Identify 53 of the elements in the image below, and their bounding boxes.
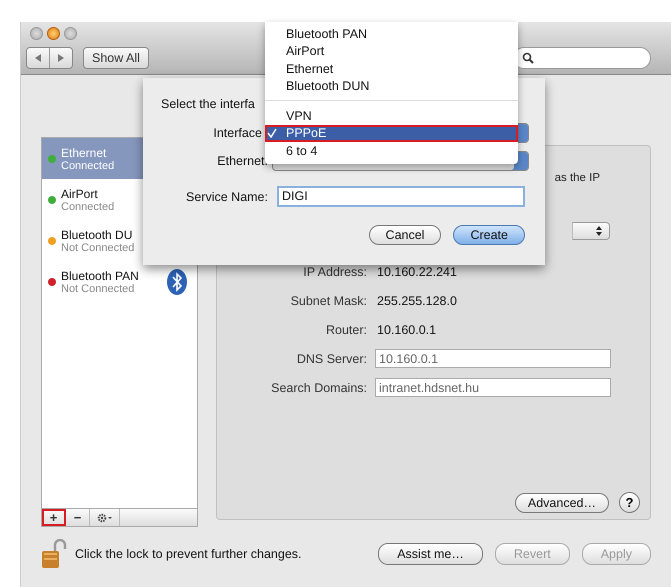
sheet-prompt: Select the interfa [161,97,255,111]
footer-button[interactable]: Assist me… [378,543,483,565]
list-action-button[interactable]: − [66,509,90,526]
field-label: Router: [325,322,367,336]
menu-item[interactable]: Bluetooth PAN [265,25,518,42]
field-value: 10.160.22.241 [377,264,457,278]
service-name: Bluetooth PAN [61,268,140,282]
field-label: Subnet Mask: [290,294,367,308]
checkmark-icon [267,128,277,138]
sheet-button[interactable]: Create [453,225,525,245]
help-button[interactable]: ? [619,492,640,513]
service-status: Connected [61,160,116,172]
show-all-button[interactable]: Show All [83,47,149,69]
configure-popup[interactable] [572,222,610,240]
status-text: as the IP [554,172,600,184]
service-name-label: Service Name: [185,190,268,204]
service-name: Bluetooth DU [61,228,134,242]
minimize-light-icon[interactable] [47,27,60,40]
menu-item[interactable]: Bluetooth DUN [265,78,518,95]
menu-item[interactable]: VPN [265,107,518,124]
back-icon[interactable] [33,53,43,63]
list-action-button[interactable]: + [42,509,66,526]
service-status: Not Connected [61,242,136,254]
back-forward-control[interactable] [26,47,73,69]
field-label: IP Address: [302,264,367,278]
search-icon [522,52,534,64]
menu-item[interactable]: Ethernet [265,60,518,78]
field-value: 10.160.0.1 [377,322,436,336]
padlock-icon[interactable] [41,539,67,569]
sheet-button[interactable]: Cancel [368,225,442,245]
service-name: Ethernet [61,146,108,160]
menu-item[interactable]: 6 to 4 [265,142,518,160]
input-field[interactable]: intranet.hdsnet.hu [375,378,611,397]
lock-message: Click the lock to prevent further changes. [75,547,302,561]
input-field[interactable]: 10.160.0.1 [375,349,611,368]
menu-item[interactable]: PPPoE [265,124,518,142]
gear-icon [96,512,112,522]
service-status: Connected [61,200,116,212]
field-label: DNS Server: [296,352,367,366]
field-label: Search Domains: [270,380,367,394]
interface-label: Interface [212,126,262,140]
ethernet-label: Ethernet: [216,154,268,168]
field-value: 255.255.128.0 [377,294,457,308]
menu-item[interactable]: AirPort [265,42,518,60]
service-status: Not Connected [61,282,136,294]
service-item[interactable]: Bluetooth PAN Not Connected [42,261,197,302]
forward-icon[interactable] [56,53,66,63]
advanced-button[interactable]: Advanced… [514,492,609,512]
updown-arrow-icon [595,225,603,237]
zoom-light-icon[interactable] [64,27,77,40]
service-name-field[interactable]: DIGI [277,186,525,207]
close-light-icon[interactable] [30,27,43,40]
bluetooth-icon [167,268,187,294]
